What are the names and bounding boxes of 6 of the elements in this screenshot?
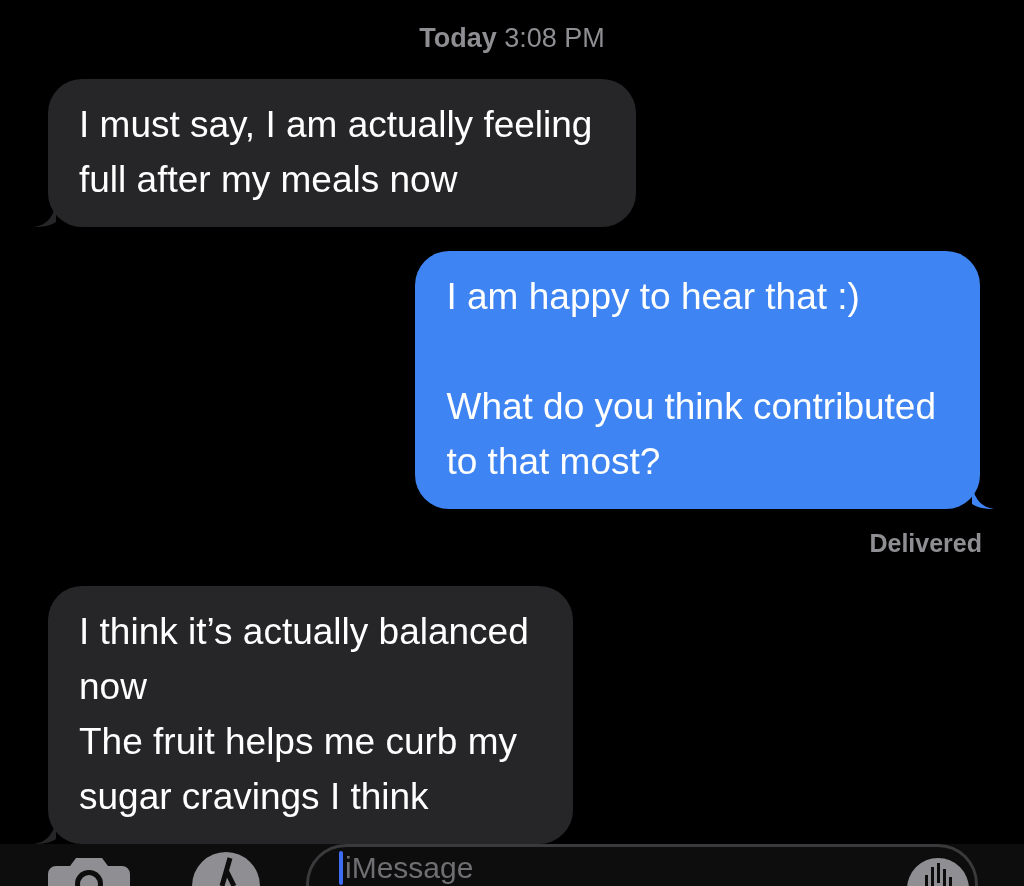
camera-icon[interactable] (46, 856, 132, 886)
timestamp: Today 3:08 PM (419, 22, 605, 55)
text-cursor (339, 851, 343, 885)
delivery-status: Delivered (869, 527, 982, 559)
message-input[interactable]: iMessage (345, 851, 907, 885)
message-field[interactable]: iMessage (306, 844, 978, 886)
